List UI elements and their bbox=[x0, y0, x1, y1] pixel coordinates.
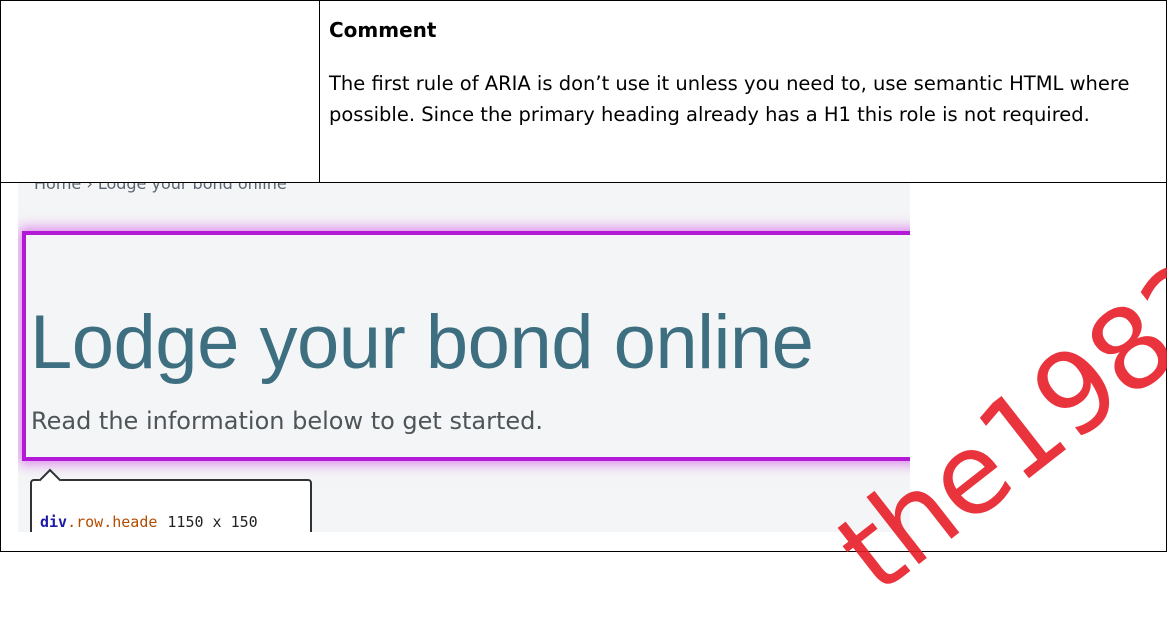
tooltip-text: div.row.heade 1150 x 150 bbox=[40, 513, 258, 531]
tooltip-size: 1150 x 150 bbox=[167, 513, 258, 531]
comment-body: The first rule of ARIA is don’t use it u… bbox=[329, 72, 1130, 126]
page-heading: Lodge your bond online bbox=[30, 300, 814, 385]
embedded-screenshot: Home › Lodge your bond online Lodge your… bbox=[18, 183, 910, 532]
devtools-inspect-tooltip: div.row.heade 1150 x 150 bbox=[30, 479, 312, 532]
table-column-divider bbox=[319, 0, 320, 182]
lead-text: Read the information below to get starte… bbox=[31, 407, 543, 435]
tooltip-class: .row.heade bbox=[67, 513, 158, 531]
tooltip-tag: div bbox=[40, 513, 68, 531]
comment-title: Comment bbox=[329, 18, 437, 42]
breadcrumb: Home › Lodge your bond online bbox=[34, 183, 287, 193]
